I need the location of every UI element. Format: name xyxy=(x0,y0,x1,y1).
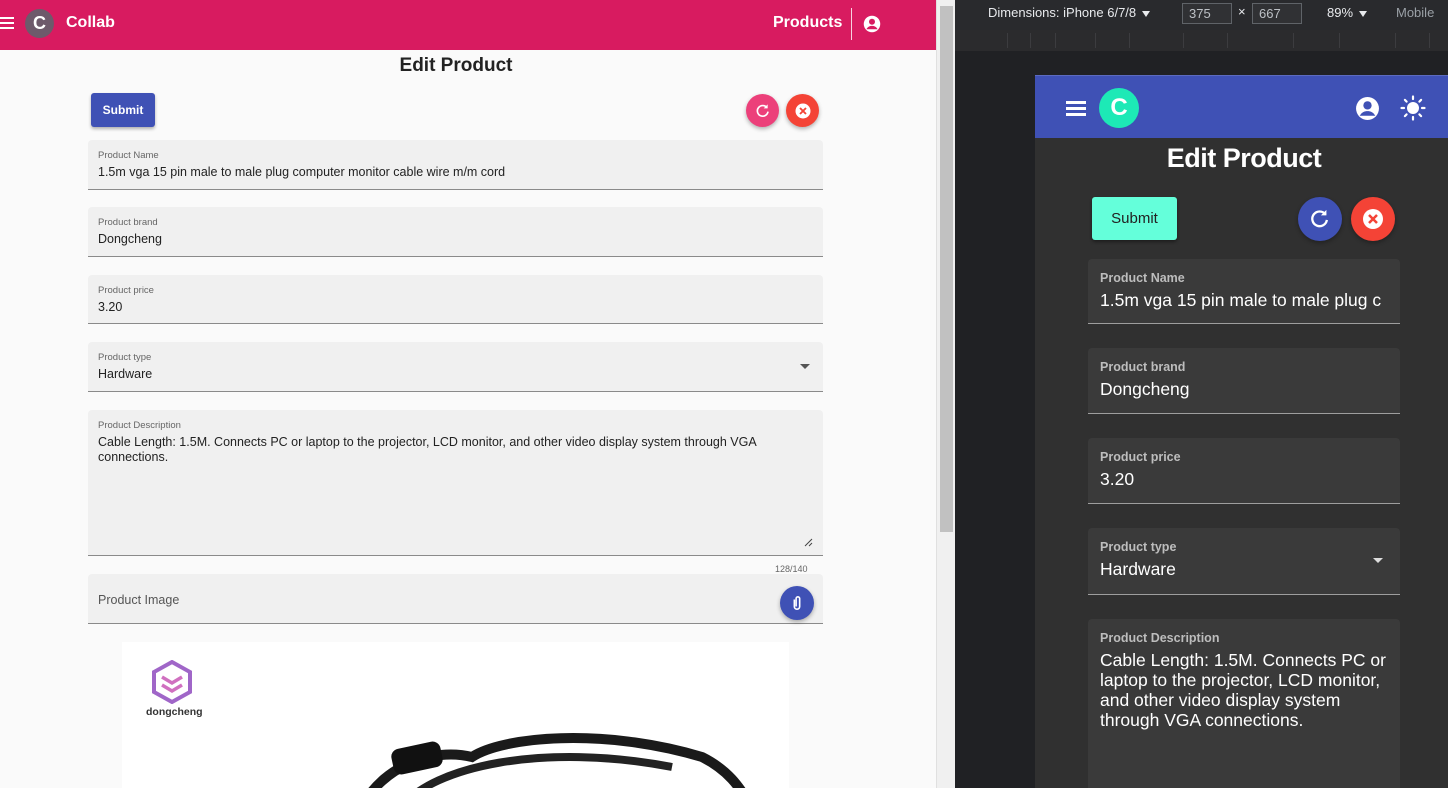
menu-icon[interactable] xyxy=(0,17,14,31)
menu-icon[interactable] xyxy=(1066,101,1086,116)
product-price-input[interactable]: 3.20 xyxy=(1100,469,1134,490)
product-description-field[interactable]: Product Description Cable Length: 1.5M. … xyxy=(88,410,823,556)
product-price-label: Product price xyxy=(98,285,154,296)
resize-handle-icon[interactable] xyxy=(803,537,813,547)
attach-button[interactable] xyxy=(780,586,814,620)
screenshot: C Collab Products Edit Product Submit Pr… xyxy=(0,0,1448,788)
product-type-select[interactable]: Product type Hardware xyxy=(88,342,823,392)
description-char-counter: 128/140 xyxy=(775,564,808,574)
app-toolbar: C Collab Products xyxy=(0,0,936,50)
device-select[interactable]: Dimensions: iPhone 6/7/8 xyxy=(988,5,1151,20)
height-input[interactable]: 667 xyxy=(1252,3,1302,24)
mobile-viewport: C Edit Product Submit Product Name 1.5m … xyxy=(1035,75,1448,788)
product-name-field[interactable]: Product Name 1.5m vga 15 pin male to mal… xyxy=(88,140,823,190)
page-scrollbar[interactable] xyxy=(936,0,955,788)
product-description-textarea[interactable]: Cable Length: 1.5M. Connects PC or lapto… xyxy=(1100,650,1392,730)
close-button[interactable] xyxy=(786,94,819,127)
page-title: Edit Product xyxy=(399,55,513,76)
reload-button[interactable] xyxy=(1298,197,1342,241)
product-price-field[interactable]: Product price 3.20 xyxy=(88,275,823,324)
product-image-field[interactable]: Product Image xyxy=(88,574,823,624)
product-image-placeholder: Product Image xyxy=(98,593,180,607)
app-brand[interactable]: Collab xyxy=(66,14,115,32)
chevron-down-icon xyxy=(1359,10,1368,17)
dongcheng-logo xyxy=(152,660,192,704)
description-line: laptop to the projector, LCD monitor, xyxy=(1100,670,1381,690)
sun-icon[interactable] xyxy=(1400,95,1426,121)
chevron-down-icon xyxy=(1142,10,1151,17)
scrollbar-thumb[interactable] xyxy=(940,6,953,532)
reload-icon xyxy=(1311,209,1329,228)
description-line: through VGA connections. xyxy=(1100,710,1304,730)
product-name-label: Product Name xyxy=(1100,271,1185,285)
device-emulation-pane: Dimensions: iPhone 6/7/8 375 × 667 89% M… xyxy=(955,0,1448,788)
product-brand-input[interactable]: Dongcheng xyxy=(98,232,162,246)
product-name-input[interactable]: 1.5m vga 15 pin male to male plug comput… xyxy=(98,165,505,179)
cable-photo xyxy=(368,733,746,788)
device-select-label: Dimensions: iPhone 6/7/8 xyxy=(988,5,1137,20)
attach-icon xyxy=(793,596,801,610)
product-name-input[interactable]: 1.5m vga 15 pin male to male plug c xyxy=(1100,290,1381,311)
moon-icon[interactable] xyxy=(896,15,914,33)
dimension-separator: × xyxy=(1238,4,1246,19)
product-name-field[interactable]: Product Name 1.5m vga 15 pin male to mal… xyxy=(1088,259,1400,324)
product-description-textarea[interactable]: Cable Length: 1.5M. Connects PC or lapto… xyxy=(98,435,808,465)
throttle-mode-select[interactable]: Mobile xyxy=(1396,5,1434,20)
product-brand-label: Product brand xyxy=(1100,360,1186,374)
close-button[interactable] xyxy=(1351,197,1395,241)
product-brand-field[interactable]: Product brand Dongcheng xyxy=(88,207,823,257)
product-description-label: Product Description xyxy=(98,420,181,431)
toolbar-divider xyxy=(851,8,852,40)
submit-button[interactable]: Submit xyxy=(1092,197,1177,240)
reload-button[interactable] xyxy=(746,94,779,127)
product-type-value[interactable]: Hardware xyxy=(98,367,152,381)
mobile-toolbar: C xyxy=(1035,75,1448,138)
width-input[interactable]: 375 xyxy=(1182,3,1232,24)
product-description-field[interactable]: Product Description Cable Length: 1.5M. … xyxy=(1088,619,1400,788)
product-brand-label: Product brand xyxy=(98,217,158,228)
product-price-field[interactable]: Product price 3.20 xyxy=(1088,438,1400,504)
device-ruler xyxy=(955,30,1448,51)
product-name-label: Product Name xyxy=(98,150,159,161)
description-line: and other video display system xyxy=(1100,690,1341,710)
product-description-label: Product Description xyxy=(1100,631,1220,645)
product-type-value[interactable]: Hardware xyxy=(1100,559,1176,580)
close-icon xyxy=(1363,209,1383,229)
account-icon[interactable] xyxy=(1355,96,1380,121)
zoom-select[interactable]: 89% xyxy=(1327,5,1368,20)
reload-icon xyxy=(756,103,769,117)
photo-brand-text: dongcheng xyxy=(146,706,203,718)
product-type-label: Product type xyxy=(1100,540,1177,554)
description-line: Cable Length: 1.5M. Connects PC or xyxy=(1100,650,1386,670)
account-icon[interactable] xyxy=(863,15,881,33)
product-price-input[interactable]: 3.20 xyxy=(98,300,122,314)
submit-button[interactable]: Submit xyxy=(91,93,155,127)
product-brand-field[interactable]: Product brand Dongcheng xyxy=(1088,348,1400,414)
light-app-pane: C Collab Products Edit Product Submit Pr… xyxy=(0,0,936,788)
product-type-label: Product type xyxy=(98,352,152,363)
dropdown-caret-icon[interactable] xyxy=(1373,558,1383,563)
product-brand-input[interactable]: Dongcheng xyxy=(1100,379,1190,400)
app-logo[interactable]: C xyxy=(1099,88,1139,128)
close-icon xyxy=(795,103,810,118)
app-logo[interactable]: C xyxy=(25,9,54,38)
product-price-label: Product price xyxy=(1100,450,1181,464)
page-title: Edit Product xyxy=(1166,143,1322,173)
product-type-select[interactable]: Product type Hardware xyxy=(1088,528,1400,595)
nav-products-link[interactable]: Products xyxy=(773,14,842,32)
dropdown-caret-icon[interactable] xyxy=(800,364,810,369)
device-toolbar: Dimensions: iPhone 6/7/8 375 × 667 89% M… xyxy=(955,0,1448,30)
zoom-value: 89% xyxy=(1327,5,1354,20)
product-image-preview: dongcheng xyxy=(122,642,789,788)
